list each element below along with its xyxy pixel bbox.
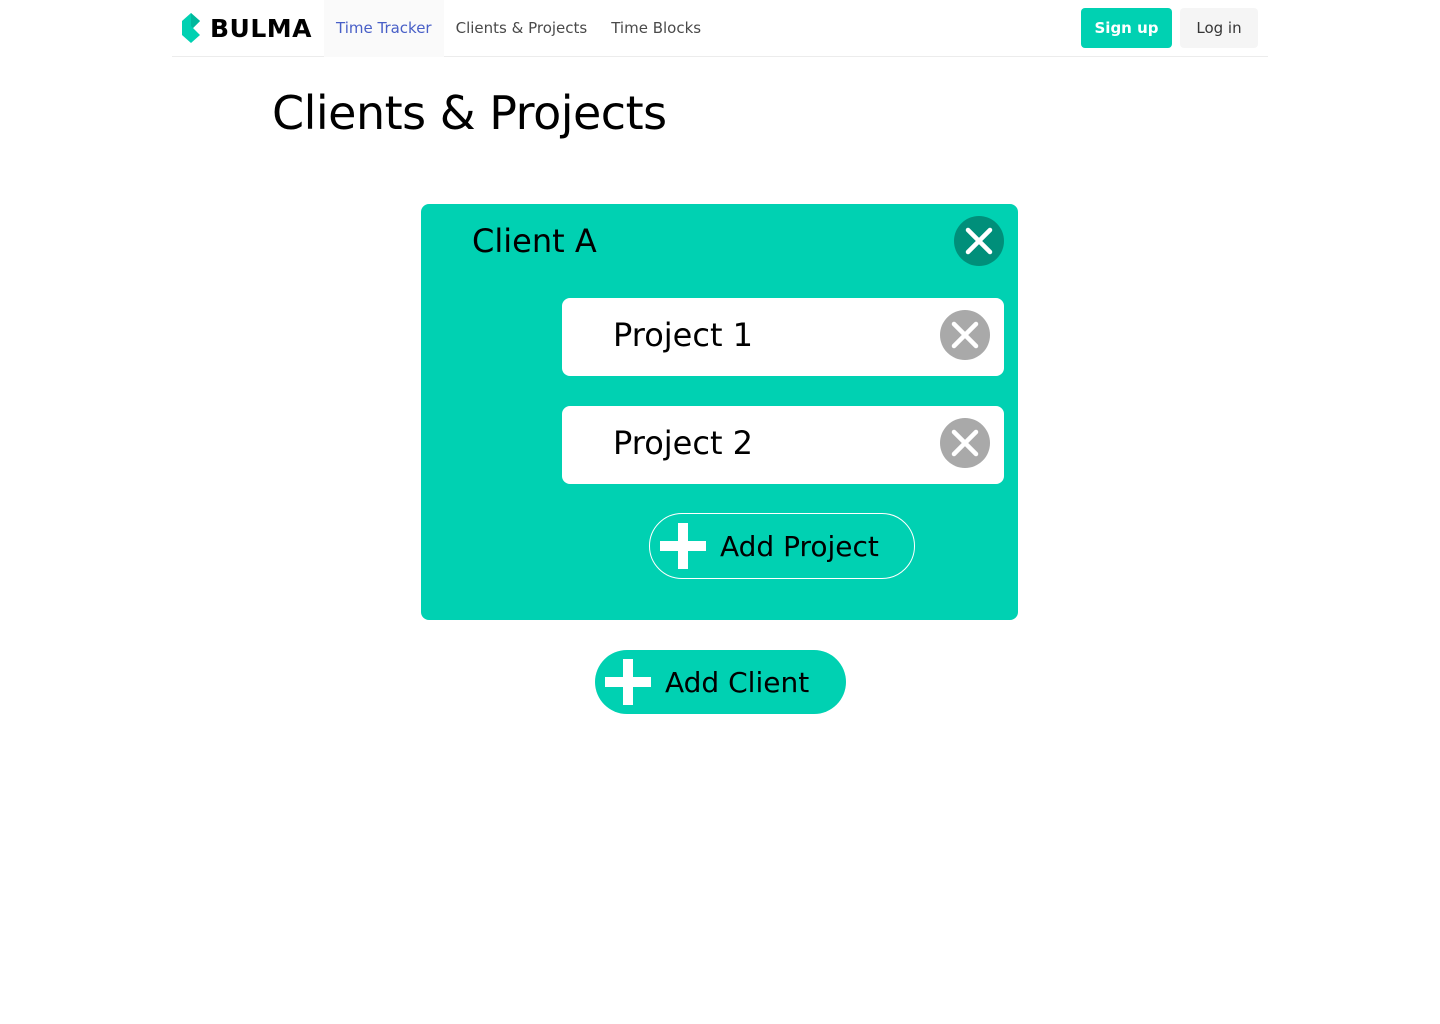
remove-project-button[interactable] (940, 418, 990, 468)
close-icon (965, 227, 993, 255)
login-button[interactable]: Log in (1180, 8, 1258, 48)
client-card: Client A Project 1 Project 2 Add Project (421, 204, 1018, 620)
page-title: Clients & Projects (272, 86, 667, 140)
nav-item-time-blocks[interactable]: Time Blocks (599, 0, 713, 57)
project-name: Project 1 (613, 316, 754, 354)
remove-project-button[interactable] (940, 310, 990, 360)
client-name: Client A (472, 222, 597, 260)
plus-icon (660, 523, 706, 569)
add-project-button[interactable]: Add Project (649, 513, 915, 579)
project-name: Project 2 (613, 424, 754, 462)
project-item: Project 1 (562, 298, 1004, 376)
close-icon (951, 321, 979, 349)
add-client-button[interactable]: Add Client (595, 650, 846, 714)
close-icon (951, 429, 979, 457)
nav-item-time-tracker[interactable]: Time Tracker (324, 0, 444, 57)
brand-name: BULMA (210, 13, 313, 43)
add-client-label: Add Client (665, 665, 810, 699)
signup-button[interactable]: Sign up (1081, 8, 1172, 48)
bulma-logo-icon (182, 13, 200, 43)
add-project-label: Add Project (720, 529, 879, 563)
top-navbar: BULMA Time Tracker Clients & Projects Ti… (172, 0, 1268, 57)
project-item: Project 2 (562, 406, 1004, 484)
navbar-actions: Sign up Log in (1081, 8, 1268, 48)
brand-link[interactable]: BULMA (172, 0, 324, 57)
nav-item-clients-projects[interactable]: Clients & Projects (444, 0, 600, 57)
plus-icon (605, 659, 651, 705)
remove-client-button[interactable] (954, 216, 1004, 266)
